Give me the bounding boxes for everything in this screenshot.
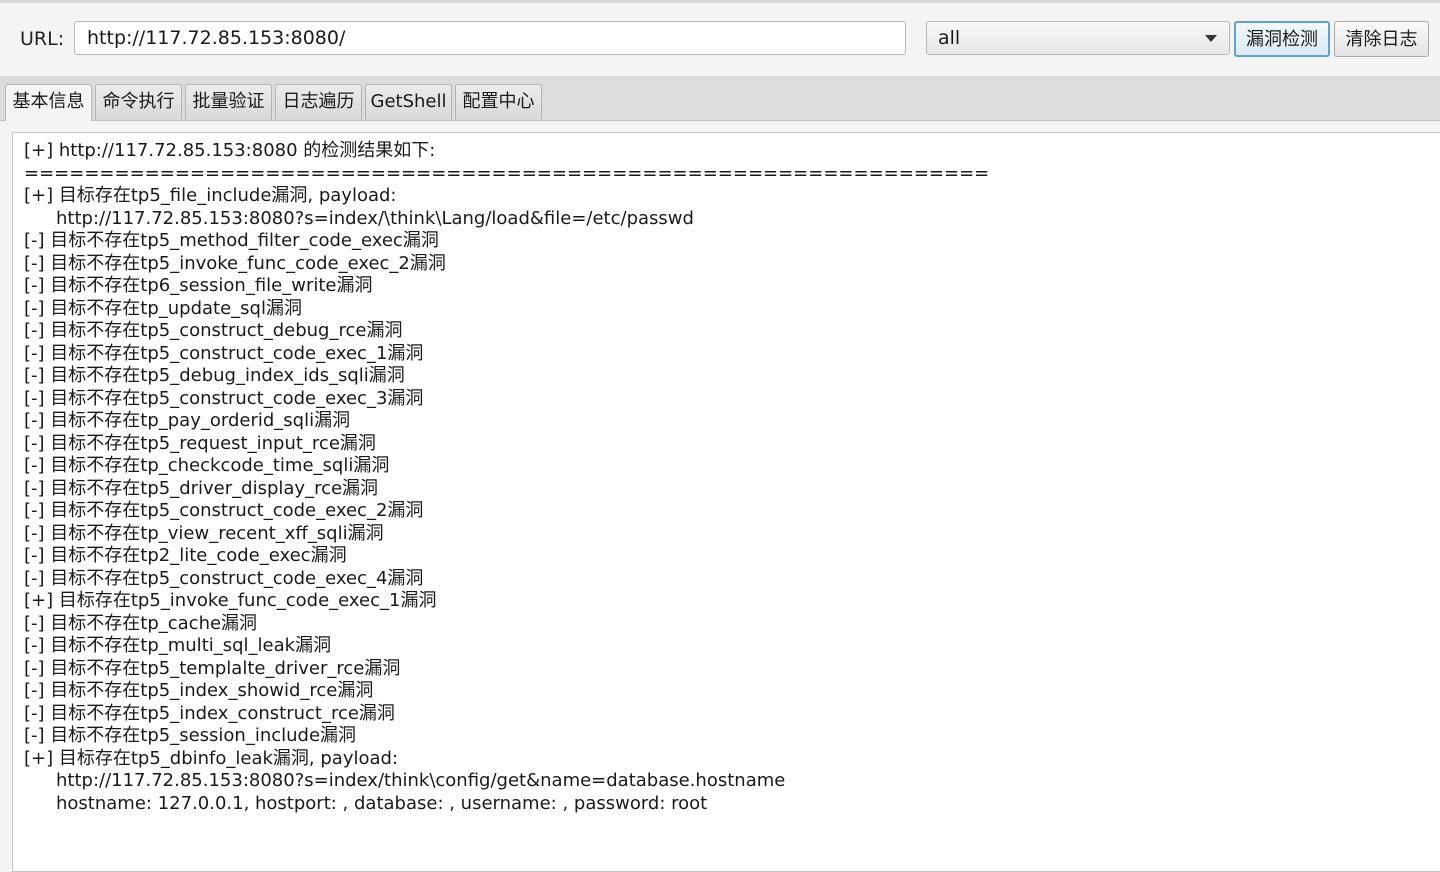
chevron-down-icon [1205, 35, 1217, 42]
tab-command-exec[interactable]: 命令执行 [95, 84, 182, 120]
log-line: [-] 目标不存在tp5_method_filter_code_exec漏洞 [24, 230, 439, 251]
tab-config-center[interactable]: 配置中心 [455, 84, 542, 120]
tab-getshell[interactable]: GetShell [365, 84, 452, 120]
log-line: [-] 目标不存在tp_checkcode_time_sqli漏洞 [24, 455, 390, 476]
log-line: [+] 目标存在tp5_file_include漏洞, payload: [24, 185, 397, 206]
scan-button[interactable]: 漏洞检测 [1234, 21, 1330, 57]
log-line: [-] 目标不存在tp6_session_file_write漏洞 [24, 275, 373, 296]
log-line: [-] 目标不存在tp_pay_orderid_sqli漏洞 [24, 410, 351, 431]
log-line: [-] 目标不存在tp2_lite_code_exec漏洞 [24, 545, 347, 566]
log-line: hostname: 127.0.0.1, hostport: , databas… [56, 792, 708, 814]
log-line: [-] 目标不存在tp5_templalte_driver_rce漏洞 [24, 657, 401, 679]
log-line: [+] 目标存在tp5_invoke_func_code_exec_1漏洞 [24, 590, 437, 611]
tab-log-traverse[interactable]: 日志遍历 [275, 84, 362, 120]
mode-select[interactable]: all [926, 21, 1230, 55]
mode-select-value: all [938, 27, 961, 49]
log-line: [-] 目标不存在tp5_invoke_func_code_exec_2漏洞 [24, 252, 446, 274]
log-line: http://117.72.85.153:8080?s=index/think\… [56, 770, 786, 791]
log-line: [-] 目标不存在tp5_construct_code_exec_2漏洞 [24, 500, 424, 521]
log-line: [-] 目标不存在tp5_construct_code_exec_4漏洞 [24, 567, 424, 589]
log-line: [-] 目标不存在tp5_request_input_rce漏洞 [24, 432, 376, 454]
log-line: [-] 目标不存在tp5_construct_code_exec_1漏洞 [24, 342, 424, 364]
tab-bar: 基本信息 命令执行 批量验证 日志遍历 GetShell 配置中心 [0, 76, 1440, 121]
tab-content-panel: [+] http://117.72.85.153:8080 的检测结果如下: ==… [0, 121, 1440, 872]
log-line: [-] 目标不存在tp5_driver_display_rce漏洞 [24, 477, 379, 499]
log-line: [-] 目标不存在tp5_index_showid_rce漏洞 [24, 680, 374, 701]
log-line: [+] 目标存在tp5_dbinfo_leak漏洞, payload: [24, 747, 399, 769]
log-line: ========================================… [24, 162, 990, 184]
log-line: [-] 目标不存在tp5_session_include漏洞 [24, 725, 357, 746]
log-line: [+] http://117.72.85.153:8080 的检测结果如下: [24, 140, 436, 161]
tab-batch-verify[interactable]: 批量验证 [185, 84, 272, 120]
log-line: http://117.72.85.153:8080?s=index/\think… [56, 207, 694, 229]
log-line: [-] 目标不存在tp5_construct_code_exec_3漏洞 [24, 387, 424, 409]
tab-basic-info[interactable]: 基本信息 [5, 84, 92, 121]
log-line: [-] 目标不存在tp5_index_construct_rce漏洞 [24, 702, 395, 724]
url-input[interactable] [74, 21, 906, 55]
clear-log-button[interactable]: 清除日志 [1334, 21, 1429, 57]
log-output[interactable]: [+] http://117.72.85.153:8080 的检测结果如下: ==… [12, 132, 1440, 872]
log-line: [-] 目标不存在tp_view_recent_xff_sqli漏洞 [24, 522, 384, 544]
log-line: [-] 目标不存在tp_multi_sql_leak漏洞 [24, 635, 332, 656]
log-line: [-] 目标不存在tp_update_sql漏洞 [24, 297, 302, 319]
log-line: [-] 目标不存在tp_cache漏洞 [24, 612, 258, 634]
log-line: [-] 目标不存在tp5_construct_debug_rce漏洞 [24, 320, 403, 341]
log-line: [-] 目标不存在tp5_debug_index_ids_sqli漏洞 [24, 365, 405, 386]
toolbar: URL: all 漏洞检测 清除日志 [0, 3, 1440, 75]
url-label: URL: [20, 28, 65, 50]
